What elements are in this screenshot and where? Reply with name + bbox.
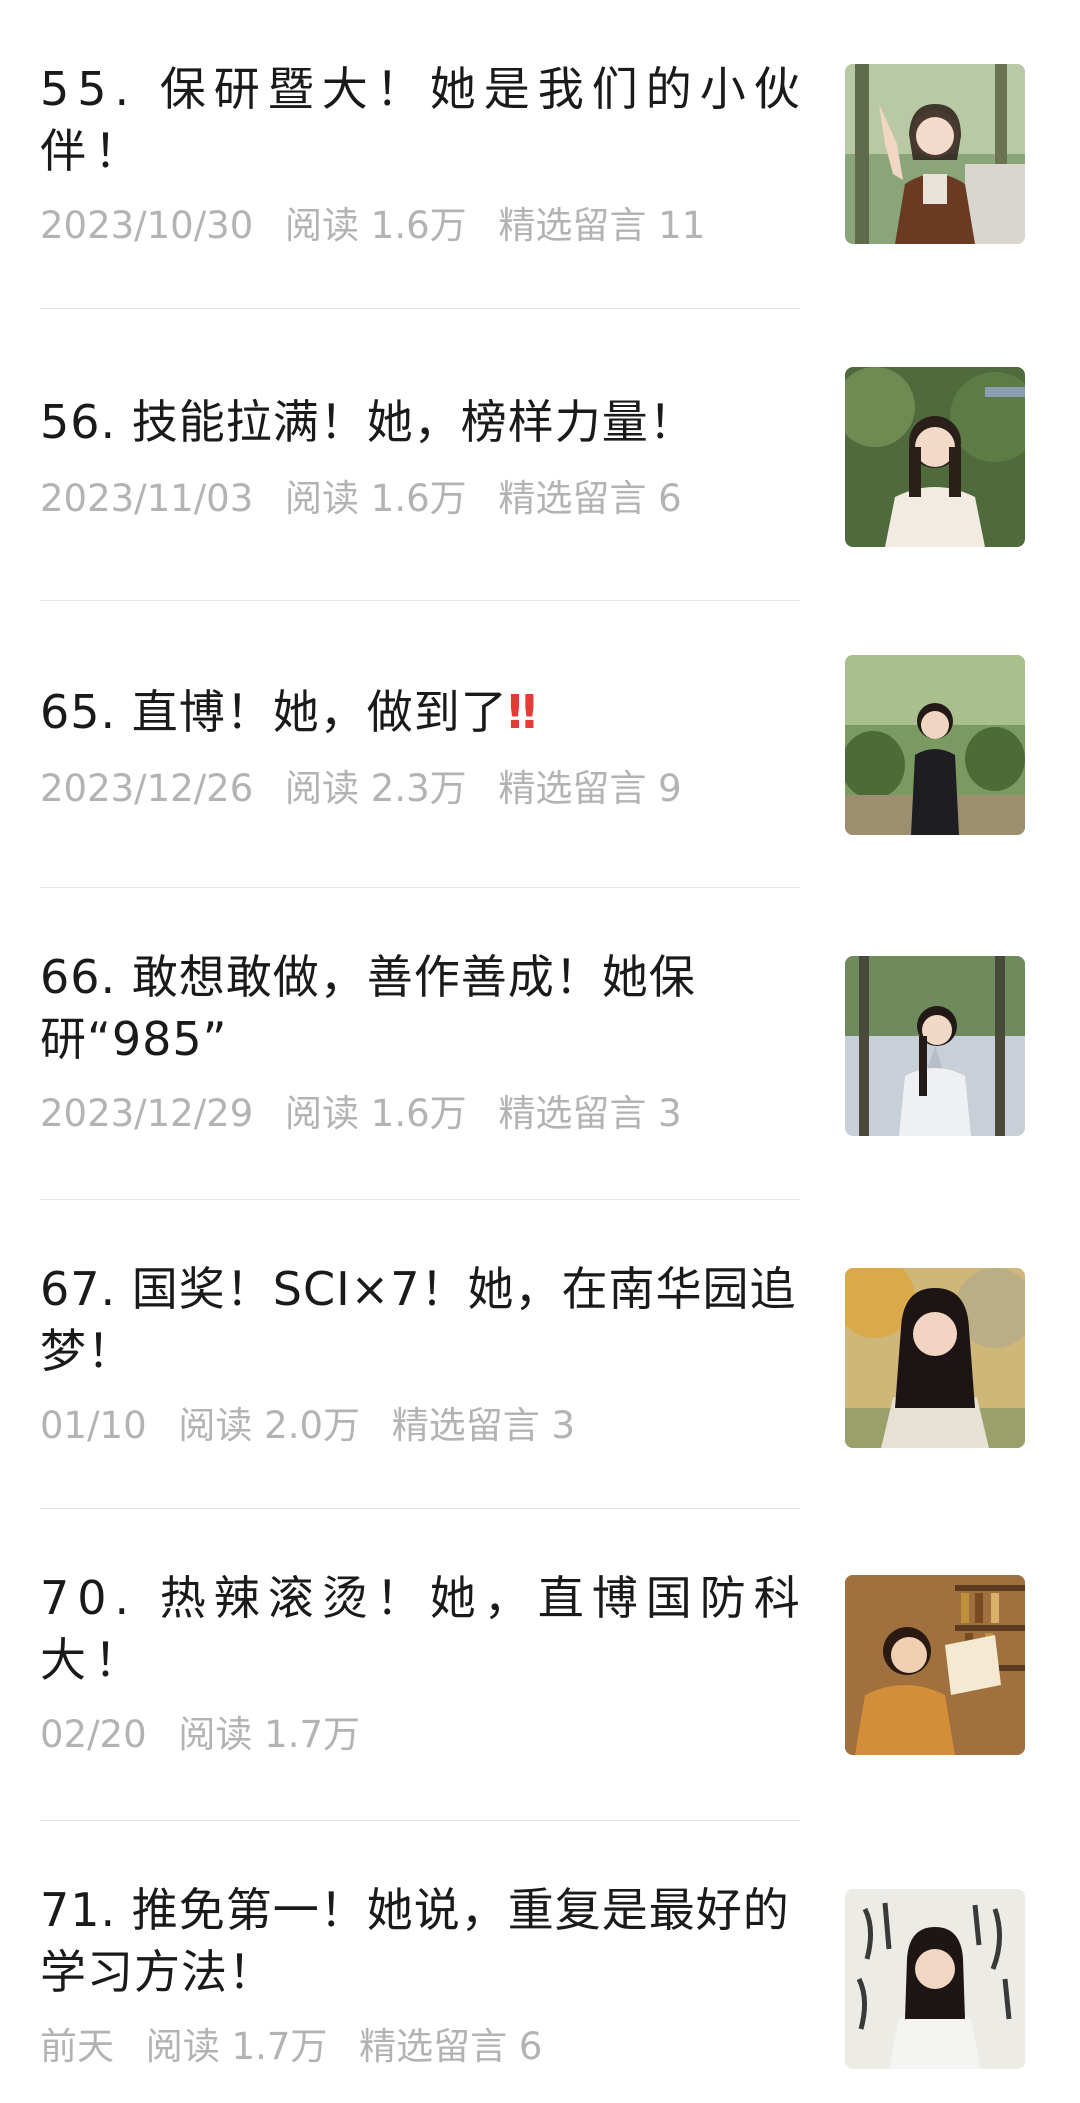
article-meta: 前天 阅读 1.7万 精选留言 6	[40, 2025, 542, 2069]
article-date: 02/20	[40, 1713, 147, 1756]
article-title: 67. 国奖！SCI×7！她，在南华园追梦！	[40, 1262, 797, 1378]
article-meta: 2023/10/30 阅读 1.6万 精选留言 11	[40, 204, 705, 248]
article-item-66[interactable]: 66. 敢想敢做，善作善成！她保研“985” 2023/12/29 阅读 1.6…	[0, 888, 1080, 1200]
article-title: 65. 直博！她，做到了‼	[40, 681, 810, 743]
article-title: 55. 保研暨大！她是我们的小伙伴！	[40, 62, 808, 178]
article-title: 71. 推免第一！她说，重复是最好的学习方法！	[40, 1883, 790, 1999]
article-date: 2023/10/30	[40, 204, 254, 247]
article-thumbnail	[845, 1575, 1025, 1755]
article-date: 01/10	[40, 1404, 147, 1447]
article-date: 前天	[40, 2025, 114, 2068]
article-title: 56. 技能拉满！她，榜样力量！	[40, 395, 696, 449]
article-meta: 2023/12/26 阅读 2.3万 精选留言 9	[40, 767, 682, 811]
article-meta: 02/20 阅读 1.7万	[40, 1713, 380, 1757]
article-reads: 阅读 1.6万	[285, 477, 467, 520]
article-date: 2023/12/29	[40, 1092, 254, 1135]
article-meta: 2023/11/03 阅读 1.6万 精选留言 6	[40, 477, 682, 521]
article-reads: 阅读 2.0万	[178, 1404, 361, 1447]
article-comments: 精选留言 11	[498, 204, 706, 247]
article-reads: 阅读 1.6万	[285, 1092, 467, 1135]
article-comments: 精选留言 3	[498, 1092, 682, 1135]
article-item-55[interactable]: 55. 保研暨大！她是我们的小伙伴！ 2023/10/30 阅读 1.6万 精选…	[0, 0, 1080, 309]
article-comments: 精选留言 6	[498, 477, 682, 520]
article-item-67[interactable]: 67. 国奖！SCI×7！她，在南华园追梦！ 01/10 阅读 2.0万 精选留…	[0, 1200, 1080, 1509]
article-title: 66. 敢想敢做，善作善成！她保研“985”	[40, 950, 696, 1066]
article-reads: 阅读 2.3万	[285, 767, 467, 810]
article-item-70[interactable]: 70. 热辣滚烫！她，直博国防科大！ 02/20 阅读 1.7万	[0, 1509, 1080, 1821]
article-comments: 精选留言 9	[498, 767, 682, 810]
article-meta: 01/10 阅读 2.0万 精选留言 3	[40, 1404, 575, 1448]
article-date: 2023/12/26	[40, 767, 254, 810]
article-title-text: 65. 直博！她，做到了	[40, 685, 508, 739]
article-reads: 阅读 1.7万	[145, 2025, 328, 2068]
article-comments: 精选留言 6	[359, 2025, 543, 2068]
article-thumbnail	[845, 367, 1025, 547]
article-thumbnail	[845, 64, 1025, 244]
double-exclamation-icon: ‼	[507, 685, 537, 739]
article-date: 2023/11/03	[40, 477, 254, 520]
article-item-65[interactable]: 65. 直博！她，做到了‼ 2023/12/26 阅读 2.3万 精选留言 9	[0, 601, 1080, 888]
article-comments: 精选留言 3	[391, 1404, 576, 1447]
article-reads: 阅读 1.6万	[285, 204, 467, 247]
article-title: 70. 热辣滚烫！她，直博国防科大！	[40, 1571, 808, 1687]
article-thumbnail	[845, 1889, 1025, 2069]
article-item-56[interactable]: 56. 技能拉满！她，榜样力量！ 2023/11/03 阅读 1.6万 精选留言…	[0, 309, 1080, 601]
article-thumbnail	[845, 956, 1025, 1136]
article-reads: 阅读 1.7万	[178, 1713, 361, 1756]
article-thumbnail	[845, 1268, 1025, 1448]
article-thumbnail	[845, 655, 1025, 835]
article-item-71[interactable]: 71. 推免第一！她说，重复是最好的学习方法！ 前天 阅读 1.7万 精选留言 …	[0, 1821, 1080, 2103]
article-meta: 2023/12/29 阅读 1.6万 精选留言 3	[40, 1092, 682, 1136]
